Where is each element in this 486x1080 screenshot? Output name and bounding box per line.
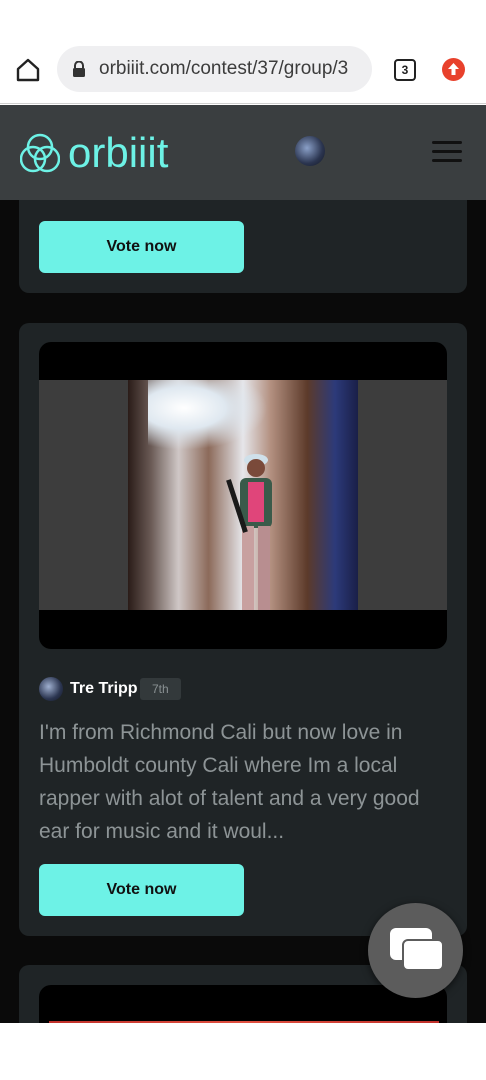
entry-video[interactable] xyxy=(39,985,447,1023)
site-header: orbiiit xyxy=(0,105,486,200)
avatar[interactable] xyxy=(39,677,63,701)
home-icon[interactable] xyxy=(14,56,42,84)
orbiiit-logo-icon[interactable] xyxy=(19,133,61,173)
contest-entry-card: Tre Tripp 7th I'm from Richmond Cali but… xyxy=(19,323,467,936)
page-viewport: Vote now Tre Tripp 7th I'm from Richmond… xyxy=(0,105,486,1023)
vote-now-button[interactable]: Vote now xyxy=(39,221,244,273)
avatar[interactable] xyxy=(295,136,325,166)
entry-description: I'm from Richmond Cali but now love in H… xyxy=(39,721,420,843)
entry-video[interactable] xyxy=(39,342,447,649)
chat-button[interactable] xyxy=(368,903,463,998)
entry-thumbnail xyxy=(128,380,358,610)
browser-toolbar: orbiiit.com/contest/37/group/3 3 xyxy=(0,0,486,104)
video-frame xyxy=(39,380,447,610)
lock-icon xyxy=(72,60,86,77)
upload-extension-icon[interactable] xyxy=(442,58,465,81)
url-text: orbiiit.com/contest/37/group/3 xyxy=(99,58,349,79)
rank-badge: 7th xyxy=(140,678,181,700)
site-logo[interactable]: orbiiit xyxy=(68,129,168,177)
browser-bottom-area xyxy=(0,1023,486,1080)
hamburger-menu-icon[interactable] xyxy=(432,141,462,163)
vote-now-button[interactable]: Vote now xyxy=(39,864,244,916)
tab-switcher-button[interactable]: 3 xyxy=(394,59,416,81)
address-bar[interactable]: orbiiit.com/contest/37/group/3 xyxy=(57,46,372,92)
entry-author-row: Tre Tripp 7th xyxy=(39,676,439,702)
author-name[interactable]: Tre Tripp xyxy=(70,680,138,698)
